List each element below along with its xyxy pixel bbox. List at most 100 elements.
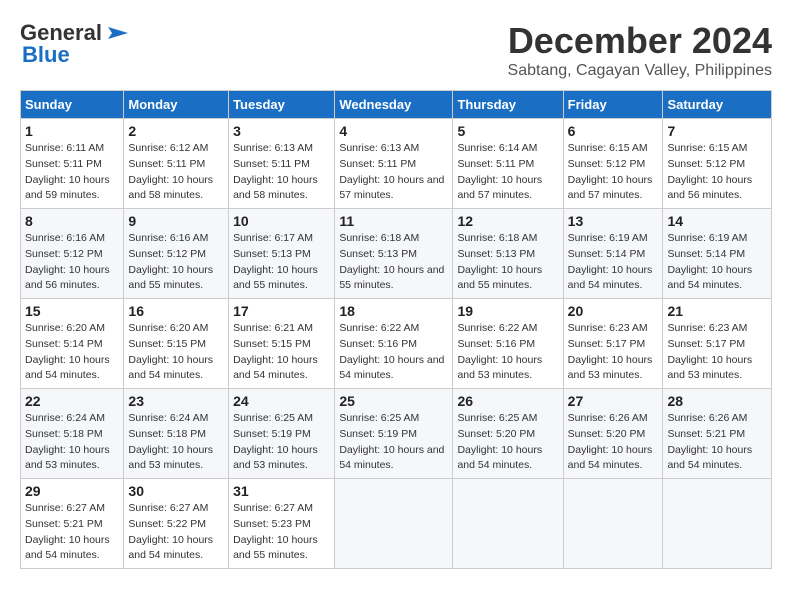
day-number: 2 <box>128 123 224 139</box>
day-number: 15 <box>25 303 119 319</box>
month-title: December 2024 <box>508 20 772 62</box>
calendar-cell: 18Sunrise: 6:22 AMSunset: 5:16 PMDayligh… <box>335 299 453 389</box>
day-info: Sunrise: 6:15 AMSunset: 5:12 PMDaylight:… <box>568 141 659 204</box>
day-number: 21 <box>667 303 767 319</box>
day-number: 3 <box>233 123 330 139</box>
day-number: 17 <box>233 303 330 319</box>
day-info: Sunrise: 6:16 AMSunset: 5:12 PMDaylight:… <box>25 231 119 294</box>
day-number: 1 <box>25 123 119 139</box>
page-header: General Blue December 2024 Sabtang, Caga… <box>20 20 772 80</box>
day-info: Sunrise: 6:25 AMSunset: 5:19 PMDaylight:… <box>339 411 448 474</box>
weekday-header-monday: Monday <box>124 91 229 119</box>
day-number: 27 <box>568 393 659 409</box>
day-info: Sunrise: 6:24 AMSunset: 5:18 PMDaylight:… <box>25 411 119 474</box>
day-info: Sunrise: 6:19 AMSunset: 5:14 PMDaylight:… <box>568 231 659 294</box>
calendar-header-row: SundayMondayTuesdayWednesdayThursdayFrid… <box>21 91 772 119</box>
day-number: 26 <box>457 393 558 409</box>
day-number: 30 <box>128 483 224 499</box>
calendar-cell: 19 Sunrise: 6:22 AMSunset: 5:16 PMDayligh… <box>453 299 563 389</box>
day-info: Sunrise: 6:26 AMSunset: 5:20 PMDaylight:… <box>568 411 659 474</box>
day-number: 23 <box>128 393 224 409</box>
calendar-cell: 25 Sunrise: 6:25 AMSunset: 5:19 PMDayligh… <box>335 389 453 479</box>
day-info: Sunrise: 6:16 AMSunset: 5:12 PMDaylight:… <box>128 231 224 294</box>
calendar-cell: 20Sunrise: 6:23 AMSunset: 5:17 PMDayligh… <box>563 299 663 389</box>
day-number: 14 <box>667 213 767 229</box>
calendar-cell: 21Sunrise: 6:23 AMSunset: 5:17 PMDayligh… <box>663 299 772 389</box>
calendar-cell: 6Sunrise: 6:15 AMSunset: 5:12 PMDaylight… <box>563 119 663 209</box>
calendar-cell: 3 Sunrise: 6:13 AMSunset: 5:11 PMDaylight… <box>229 119 335 209</box>
calendar-cell: 29Sunrise: 6:27 AMSunset: 5:21 PMDayligh… <box>21 479 124 569</box>
location-title: Sabtang, Cagayan Valley, Philippines <box>508 62 772 80</box>
logo-arrow-icon <box>104 23 132 43</box>
calendar-week-2: 8Sunrise: 6:16 AMSunset: 5:12 PMDaylight… <box>21 209 772 299</box>
weekday-header-wednesday: Wednesday <box>335 91 453 119</box>
calendar-week-4: 22Sunrise: 6:24 AMSunset: 5:18 PMDayligh… <box>21 389 772 479</box>
day-info: Sunrise: 6:26 AMSunset: 5:21 PMDaylight:… <box>667 411 767 474</box>
calendar-cell: 27 Sunrise: 6:26 AMSunset: 5:20 PMDayligh… <box>563 389 663 479</box>
calendar-week-1: 1 Sunrise: 6:11 AMSunset: 5:11 PMDaylight… <box>21 119 772 209</box>
day-info: Sunrise: 6:20 AMSunset: 5:15 PMDaylight:… <box>128 321 224 384</box>
calendar-cell: 23 Sunrise: 6:24 AMSunset: 5:18 PMDayligh… <box>124 389 229 479</box>
day-number: 10 <box>233 213 330 229</box>
calendar-cell: 24Sunrise: 6:25 AMSunset: 5:19 PMDayligh… <box>229 389 335 479</box>
day-number: 5 <box>457 123 558 139</box>
day-number: 4 <box>339 123 448 139</box>
calendar-cell <box>563 479 663 569</box>
day-info: Sunrise: 6:13 AMSunset: 5:11 PMDaylight:… <box>233 141 330 204</box>
calendar-cell: 2Sunrise: 6:12 AMSunset: 5:11 PMDaylight… <box>124 119 229 209</box>
weekday-header-friday: Friday <box>563 91 663 119</box>
day-info: Sunrise: 6:19 AMSunset: 5:14 PMDaylight:… <box>667 231 767 294</box>
day-number: 13 <box>568 213 659 229</box>
calendar-body: 1 Sunrise: 6:11 AMSunset: 5:11 PMDaylight… <box>21 119 772 569</box>
calendar-cell: 1 Sunrise: 6:11 AMSunset: 5:11 PMDaylight… <box>21 119 124 209</box>
calendar-cell: 10Sunrise: 6:17 AMSunset: 5:13 PMDayligh… <box>229 209 335 299</box>
calendar-cell: 31 Sunrise: 6:27 AMSunset: 5:23 PMDayligh… <box>229 479 335 569</box>
day-info: Sunrise: 6:20 AMSunset: 5:14 PMDaylight:… <box>25 321 119 384</box>
day-number: 19 <box>457 303 558 319</box>
calendar-cell <box>453 479 563 569</box>
day-number: 12 <box>457 213 558 229</box>
logo: General Blue <box>20 20 132 68</box>
calendar-cell: 22Sunrise: 6:24 AMSunset: 5:18 PMDayligh… <box>21 389 124 479</box>
calendar-week-3: 15 Sunrise: 6:20 AMSunset: 5:14 PMDayligh… <box>21 299 772 389</box>
day-number: 24 <box>233 393 330 409</box>
calendar-cell: 11 Sunrise: 6:18 AMSunset: 5:13 PMDayligh… <box>335 209 453 299</box>
calendar-cell: 8Sunrise: 6:16 AMSunset: 5:12 PMDaylight… <box>21 209 124 299</box>
calendar-cell: 5 Sunrise: 6:14 AMSunset: 5:11 PMDaylight… <box>453 119 563 209</box>
weekday-header-thursday: Thursday <box>453 91 563 119</box>
calendar-cell: 17 Sunrise: 6:21 AMSunset: 5:15 PMDayligh… <box>229 299 335 389</box>
calendar-cell: 4 Sunrise: 6:13 AMSunset: 5:11 PMDaylight… <box>335 119 453 209</box>
day-info: Sunrise: 6:15 AMSunset: 5:12 PMDaylight:… <box>667 141 767 204</box>
calendar-table: SundayMondayTuesdayWednesdayThursdayFrid… <box>20 90 772 569</box>
calendar-cell: 26 Sunrise: 6:25 AMSunset: 5:20 PMDayligh… <box>453 389 563 479</box>
day-info: Sunrise: 6:21 AMSunset: 5:15 PMDaylight:… <box>233 321 330 384</box>
day-number: 31 <box>233 483 330 499</box>
day-info: Sunrise: 6:24 AMSunset: 5:18 PMDaylight:… <box>128 411 224 474</box>
day-info: Sunrise: 6:25 AMSunset: 5:20 PMDaylight:… <box>457 411 558 474</box>
day-number: 11 <box>339 213 448 229</box>
calendar-cell: 16 Sunrise: 6:20 AMSunset: 5:15 PMDayligh… <box>124 299 229 389</box>
calendar-cell: 14 Sunrise: 6:19 AMSunset: 5:14 PMDayligh… <box>663 209 772 299</box>
calendar-cell: 15 Sunrise: 6:20 AMSunset: 5:14 PMDayligh… <box>21 299 124 389</box>
day-info: Sunrise: 6:13 AMSunset: 5:11 PMDaylight:… <box>339 141 448 204</box>
calendar-cell: 30 Sunrise: 6:27 AMSunset: 5:22 PMDayligh… <box>124 479 229 569</box>
day-number: 28 <box>667 393 767 409</box>
day-number: 16 <box>128 303 224 319</box>
day-info: Sunrise: 6:22 AMSunset: 5:16 PMDaylight:… <box>457 321 558 384</box>
calendar-cell <box>663 479 772 569</box>
day-info: Sunrise: 6:14 AMSunset: 5:11 PMDaylight:… <box>457 141 558 204</box>
day-info: Sunrise: 6:27 AMSunset: 5:23 PMDaylight:… <box>233 501 330 564</box>
day-info: Sunrise: 6:11 AMSunset: 5:11 PMDaylight:… <box>25 141 119 204</box>
weekday-header-tuesday: Tuesday <box>229 91 335 119</box>
day-number: 25 <box>339 393 448 409</box>
day-info: Sunrise: 6:18 AMSunset: 5:13 PMDaylight:… <box>339 231 448 294</box>
calendar-cell: 9Sunrise: 6:16 AMSunset: 5:12 PMDaylight… <box>124 209 229 299</box>
day-info: Sunrise: 6:18 AMSunset: 5:13 PMDaylight:… <box>457 231 558 294</box>
weekday-header-saturday: Saturday <box>663 91 772 119</box>
calendar-cell <box>335 479 453 569</box>
day-info: Sunrise: 6:27 AMSunset: 5:22 PMDaylight:… <box>128 501 224 564</box>
day-number: 18 <box>339 303 448 319</box>
title-area: December 2024 Sabtang, Cagayan Valley, P… <box>508 20 772 80</box>
calendar-cell: 28 Sunrise: 6:26 AMSunset: 5:21 PMDayligh… <box>663 389 772 479</box>
day-info: Sunrise: 6:27 AMSunset: 5:21 PMDaylight:… <box>25 501 119 564</box>
